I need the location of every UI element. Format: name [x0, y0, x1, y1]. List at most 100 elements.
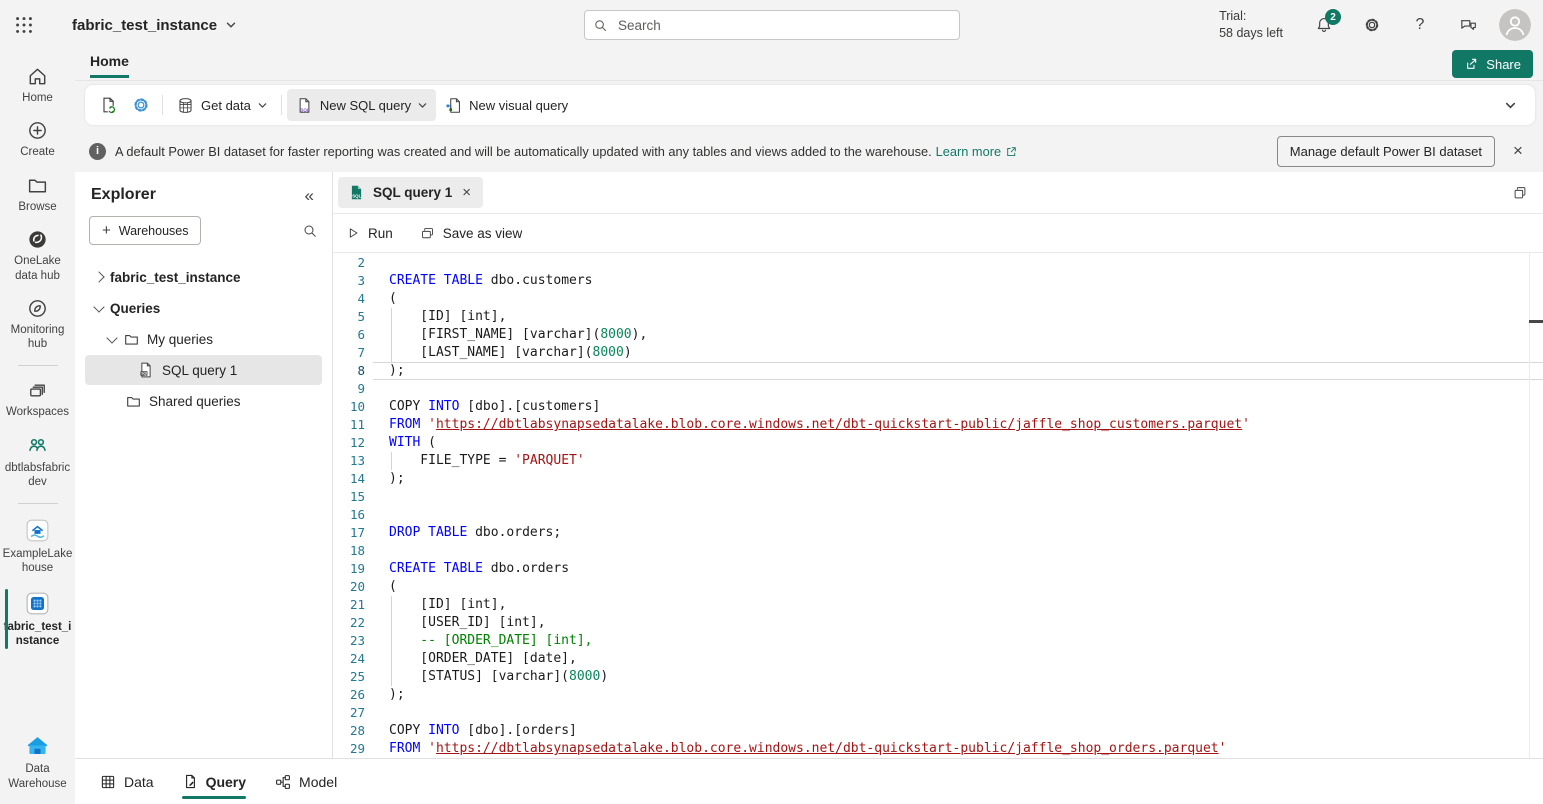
tree-item-my-queries[interactable]: My queries: [85, 324, 322, 354]
token: WITH: [389, 435, 420, 450]
waffle-menu-icon[interactable]: [0, 1, 48, 49]
ribbon-tab-row: Home Share: [75, 50, 1543, 81]
code-line-9: 9: [333, 380, 1543, 398]
line-number: 8: [333, 362, 373, 380]
sql-code-editor[interactable]: 23CREATE TABLE dbo.customers4(5 [ID] [in…: [333, 253, 1543, 758]
token: [ID] [int],: [389, 309, 506, 324]
tree-item-queries[interactable]: Queries: [85, 293, 322, 323]
chevron-down-icon[interactable]: [106, 332, 117, 343]
nav-rail-item-home[interactable]: Home: [0, 58, 75, 112]
home-icon: [26, 65, 49, 88]
tree-item-shared-queries[interactable]: Shared queries: [85, 386, 322, 416]
nav-rail-item-data-warehouse-switcher[interactable]: Data Warehouse: [0, 725, 75, 798]
nav-rail-item-item-fabric-test-instance[interactable]: fabric_test_instance: [0, 583, 75, 656]
search-input[interactable]: [616, 17, 951, 34]
tab-close-icon[interactable]: ×: [460, 184, 473, 201]
avatar[interactable]: [1499, 9, 1531, 41]
nav-rail-item-onelake-data-hub[interactable]: OneLake data hub: [0, 221, 75, 290]
tree-item-sql-query-1[interactable]: SQLSQL query 1: [85, 355, 322, 385]
people-icon: [25, 433, 50, 458]
token: ': [1242, 417, 1250, 432]
create-icon: [26, 119, 49, 142]
chevron-down-icon: [257, 100, 268, 111]
feedback-button[interactable]: [1451, 8, 1485, 42]
token: FROM: [389, 741, 420, 756]
tree-item-fabric-test-instance[interactable]: fabric_test_instance: [85, 262, 322, 292]
token: [ORDER_DATE] [date],: [389, 651, 577, 666]
token: [420, 417, 428, 432]
token: (: [389, 579, 397, 594]
copy-icon[interactable]: [1511, 184, 1529, 202]
token: CREATE: [389, 273, 436, 288]
code-line-content: [STATUS] [varchar](8000): [373, 668, 1543, 686]
indent-guide: [391, 344, 392, 362]
token: ': [428, 417, 436, 432]
nav-rail-item-workspaces[interactable]: Workspaces: [0, 372, 75, 426]
chevron-right-icon[interactable]: [93, 271, 104, 282]
code-line-14: 14);: [333, 470, 1543, 488]
plus-icon: +: [102, 223, 111, 238]
nav-rail-item-workspace-dbtlabsfabricdev[interactable]: dbtlabsfabricdev: [0, 426, 75, 497]
code-line-16: 16: [333, 506, 1543, 524]
editor-scrollbar-thumb[interactable]: [1529, 320, 1543, 323]
token: 8000: [593, 345, 624, 360]
nav-rail-item-create[interactable]: Create: [0, 112, 75, 166]
code-line-5: 5 [ID] [int],: [333, 308, 1543, 326]
tab-data[interactable]: Data: [99, 759, 154, 804]
settings-gear-button[interactable]: [125, 89, 157, 121]
share-button[interactable]: Share: [1452, 50, 1533, 78]
nav-rail-label: Home: [22, 91, 53, 105]
collapse-explorer-icon[interactable]: «: [305, 187, 314, 204]
line-number: 23: [333, 632, 373, 650]
main-content: Explorer « + Warehouses fabric_test_inst…: [75, 172, 1543, 758]
new-sql-query-button[interactable]: SQL New SQL query: [287, 89, 436, 121]
refresh-dataset-button[interactable]: [93, 89, 125, 121]
nav-rail-item-monitoring-hub[interactable]: Monitoring hub: [0, 290, 75, 359]
help-button[interactable]: ?: [1403, 8, 1437, 42]
token: COPY: [389, 723, 428, 738]
code-lines: 23CREATE TABLE dbo.customers4(5 [ID] [in…: [333, 254, 1543, 758]
tab-model[interactable]: Model: [274, 759, 337, 804]
save-view-icon: [419, 225, 436, 242]
nav-rail-label: OneLake data hub: [3, 254, 73, 283]
get-data-button[interactable]: Get data: [168, 89, 276, 121]
learn-more-link[interactable]: Learn more: [936, 144, 1018, 159]
sqlfile-icon: SQL: [137, 361, 155, 379]
code-line-8: 8);: [333, 362, 1543, 380]
settings-button[interactable]: [1355, 8, 1389, 42]
tab-home[interactable]: Home: [90, 53, 129, 78]
token: );: [389, 471, 405, 486]
search-box[interactable]: [584, 10, 960, 40]
explorer-title: Explorer: [91, 186, 156, 204]
run-button[interactable]: Run: [345, 225, 393, 241]
nav-rail-item-item-examplelakehouse[interactable]: ExampleLakehouse: [0, 510, 75, 583]
external-link-icon: [1005, 145, 1018, 158]
banner-close-icon[interactable]: ×: [1501, 141, 1535, 161]
ribbon-toolbar: Get data SQL New SQL query: [85, 85, 1535, 125]
code-line-27: 27: [333, 704, 1543, 722]
folder-icon: [125, 393, 142, 410]
token: [436, 273, 444, 288]
code-line-24: 24 [ORDER_DATE] [date],: [333, 650, 1543, 668]
manage-default-dataset-button[interactable]: Manage default Power BI dataset: [1277, 136, 1495, 167]
onelake-icon: [26, 228, 49, 251]
line-number: 20: [333, 578, 373, 596]
collapse-ribbon-button[interactable]: [1504, 99, 1517, 112]
nav-rail-item-browse[interactable]: Browse: [0, 167, 75, 221]
tab-sql-query-1[interactable]: SQL SQL query 1 ×: [338, 177, 483, 208]
line-number: 16: [333, 506, 373, 524]
tab-query[interactable]: Query: [182, 759, 246, 804]
notifications-button[interactable]: 2: [1307, 8, 1341, 42]
line-number: 28: [333, 722, 373, 740]
chevron-down-icon[interactable]: [93, 301, 104, 312]
new-visual-query-button[interactable]: New visual query: [436, 89, 576, 121]
line-number: 29: [333, 740, 373, 758]
code-line-19: 19CREATE TABLE dbo.orders: [333, 560, 1543, 578]
workspace-switcher[interactable]: fabric_test_instance: [72, 17, 237, 34]
explorer-search-icon[interactable]: [302, 223, 318, 239]
line-number: 24: [333, 650, 373, 668]
code-line-content: [USER_ID] [int],: [373, 614, 1543, 632]
banner-message: A default Power BI dataset for faster re…: [115, 144, 932, 159]
save-as-view-button[interactable]: Save as view: [419, 225, 523, 242]
warehouses-button[interactable]: + Warehouses: [89, 216, 201, 245]
